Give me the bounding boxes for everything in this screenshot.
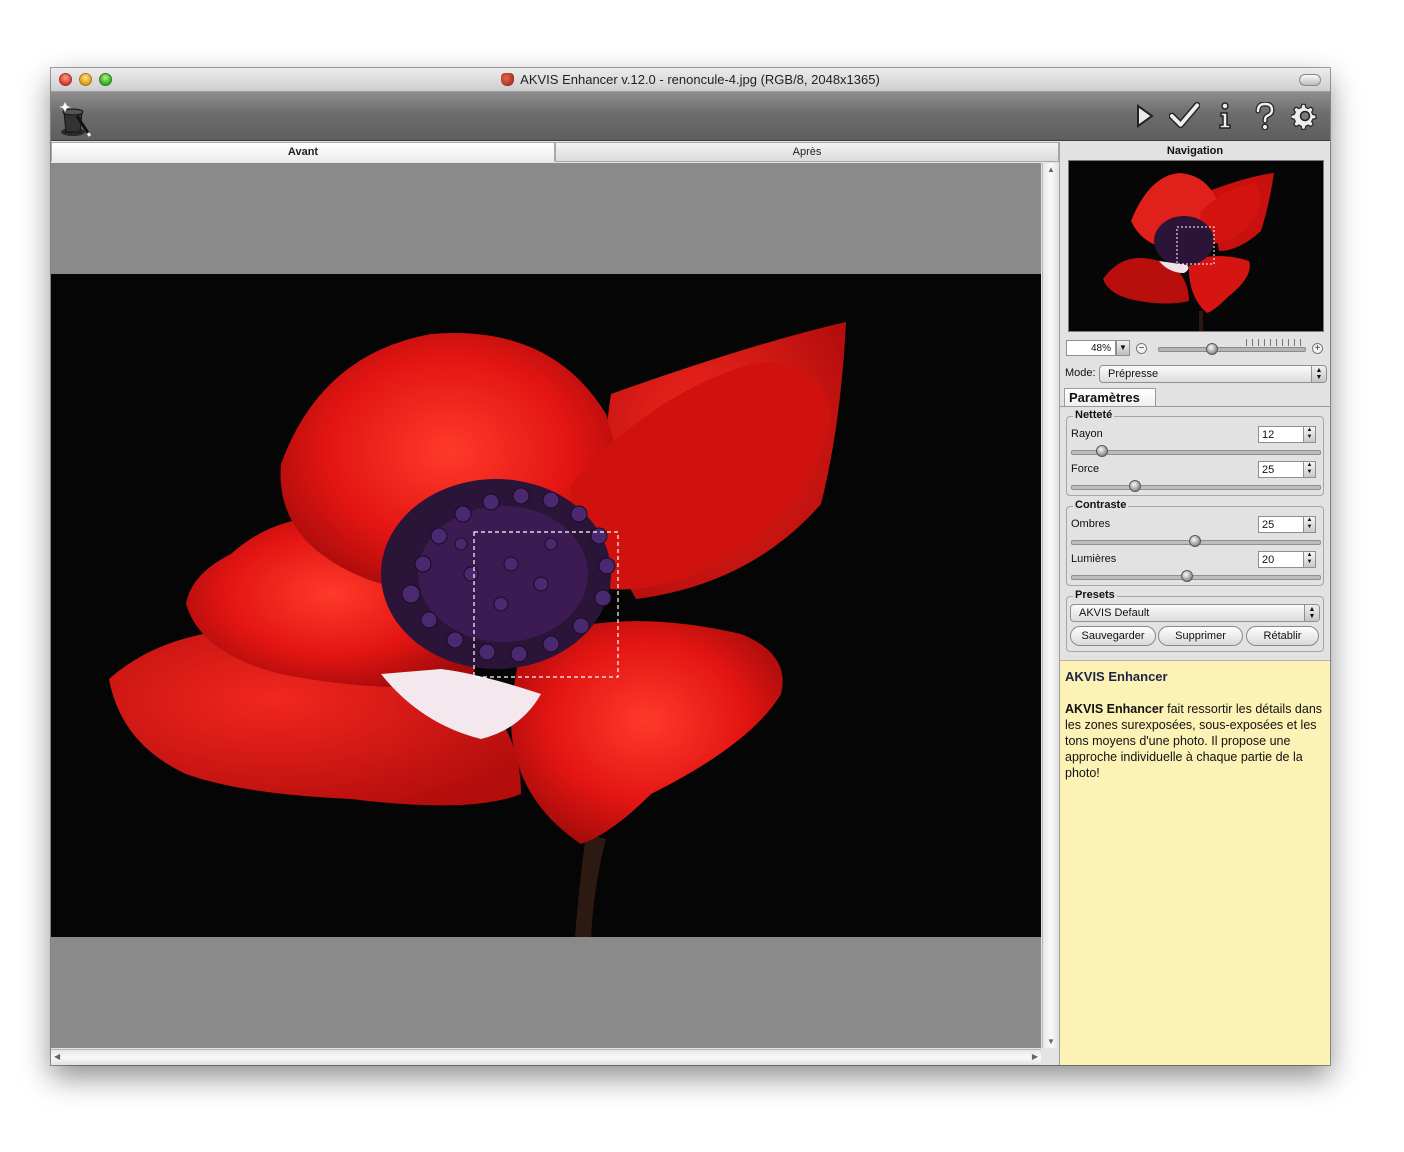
radius-stepper-icon[interactable]: ▲ ▼ <box>1303 426 1316 443</box>
delete-preset-button[interactable]: Supprimer <box>1158 626 1243 646</box>
mode-select[interactable]: Prépresse ▲ ▼ <box>1099 365 1327 383</box>
zoom-in-button[interactable]: + <box>1312 343 1323 354</box>
reset-preset-button[interactable]: Rétablir <box>1246 626 1319 646</box>
tab-before[interactable]: Avant <box>51 142 555 162</box>
mode-row: Mode: Prépresse ▲ ▼ <box>1065 364 1327 384</box>
strength-slider-thumb[interactable] <box>1129 480 1141 492</box>
zoom-slider-ticks <box>1246 339 1306 346</box>
shadows-input[interactable]: 25 ▲ ▼ <box>1258 516 1316 533</box>
shadows-slider-thumb[interactable] <box>1189 535 1201 547</box>
preset-select-value: AKVIS Default <box>1079 607 1150 619</box>
presets-title: Presets <box>1073 589 1117 601</box>
settings-panel: Navigation 48% ▼ − + Mode: Prépresse ▲ ▼… <box>1059 142 1330 1065</box>
toolbar <box>51 92 1330 141</box>
highlights-slider[interactable] <box>1071 575 1321 580</box>
presets-group: Presets AKVIS Default ▲ ▼ Sauvegarder Sup… <box>1066 589 1324 652</box>
highlights-slider-thumb[interactable] <box>1181 570 1193 582</box>
help-title: AKVIS Enhancer <box>1065 669 1168 684</box>
tab-parameters[interactable]: Paramètres <box>1064 388 1156 406</box>
navigation-thumbnail-image <box>1069 161 1323 331</box>
scroll-down-arrow-icon[interactable]: ▼ <box>1047 1037 1055 1046</box>
help-question-icon <box>1255 102 1275 130</box>
highlights-value: 20 <box>1262 554 1275 566</box>
sharpness-group: Netteté Rayon 12 ▲ ▼ Force 25 ▲ ▼ <box>1066 409 1324 496</box>
wizard-hat-icon[interactable] <box>57 96 93 138</box>
divider <box>1060 406 1330 407</box>
highlights-stepper-icon[interactable]: ▲ ▼ <box>1303 551 1316 568</box>
photo-preview <box>51 274 1041 937</box>
app-window: AKVIS Enhancer v.12.0 - renoncule-4.jpg … <box>51 68 1330 1065</box>
contrast-title: Contraste <box>1073 499 1129 511</box>
help-body: AKVIS Enhancer fait ressortir les détail… <box>1065 701 1326 781</box>
sharpness-title: Netteté <box>1073 409 1115 421</box>
radius-label: Rayon <box>1071 428 1103 440</box>
radius-slider-thumb[interactable] <box>1096 445 1108 457</box>
zoom-dropdown-icon[interactable]: ▼ <box>1116 340 1130 356</box>
contrast-group: Contraste Ombres 25 ▲ ▼ Lumières 20 ▲ ▼ <box>1066 499 1324 586</box>
navigation-thumbnail[interactable] <box>1068 160 1324 332</box>
run-icon <box>1136 104 1154 128</box>
window-title-wrap: AKVIS Enhancer v.12.0 - renoncule-4.jpg … <box>51 72 1330 87</box>
shadows-value: 25 <box>1262 519 1275 531</box>
title-bar: AKVIS Enhancer v.12.0 - renoncule-4.jpg … <box>51 68 1330 92</box>
mode-label: Mode: <box>1065 367 1096 379</box>
run-button[interactable] <box>1129 100 1160 132</box>
select-arrows-icon: ▲ ▼ <box>1311 366 1326 382</box>
toolbar-toggle-button[interactable] <box>1299 74 1321 86</box>
highlights-input[interactable]: 20 ▲ ▼ <box>1258 551 1316 568</box>
strength-value: 25 <box>1262 464 1275 476</box>
help-button[interactable] <box>1249 100 1280 132</box>
image-canvas[interactable] <box>51 163 1041 1048</box>
shadows-stepper-icon[interactable]: ▲ ▼ <box>1303 516 1316 533</box>
apply-button[interactable] <box>1169 100 1200 132</box>
toolbar-buttons <box>1129 100 1320 132</box>
radius-slider[interactable] <box>1071 450 1321 455</box>
strength-input[interactable]: 25 ▲ ▼ <box>1258 461 1316 478</box>
vertical-scrollbar[interactable]: ▲ ▼ <box>1042 163 1059 1048</box>
info-button[interactable] <box>1209 100 1240 132</box>
mode-select-value: Prépresse <box>1108 368 1159 380</box>
apply-check-icon <box>1169 102 1200 129</box>
zoom-out-button[interactable]: − <box>1136 343 1147 354</box>
navigation-title: Navigation <box>1166 145 1224 157</box>
preferences-gear-icon <box>1290 103 1317 130</box>
strength-stepper-icon[interactable]: ▲ ▼ <box>1303 461 1316 478</box>
preset-arrows-icon: ▲ ▼ <box>1304 605 1319 621</box>
shadows-label: Ombres <box>1071 518 1111 530</box>
scroll-up-arrow-icon[interactable]: ▲ <box>1047 165 1055 174</box>
zoom-slider-thumb[interactable] <box>1206 343 1218 355</box>
view-tabs: Avant Après <box>51 142 1059 162</box>
window-title: AKVIS Enhancer v.12.0 - renoncule-4.jpg … <box>520 72 880 87</box>
scroll-left-arrow-icon[interactable]: ◀ <box>54 1052 60 1061</box>
red-anemone-flower-image <box>51 274 1041 937</box>
highlights-label: Lumières <box>1071 553 1117 565</box>
radius-value: 12 <box>1262 429 1275 441</box>
settings-button[interactable] <box>1289 100 1320 132</box>
preset-select[interactable]: AKVIS Default ▲ ▼ <box>1070 604 1320 622</box>
zoom-controls: 48% ▼ − + <box>1066 339 1328 357</box>
scroll-right-arrow-icon[interactable]: ▶ <box>1032 1052 1038 1061</box>
zoom-field[interactable]: 48% <box>1066 340 1116 356</box>
strength-label: Force <box>1071 463 1100 475</box>
help-product-name: AKVIS Enhancer <box>1065 702 1164 716</box>
strength-slider[interactable] <box>1071 485 1321 490</box>
save-preset-button[interactable]: Sauvegarder <box>1070 626 1156 646</box>
horizontal-scrollbar[interactable]: ◀ ▶ <box>51 1049 1041 1065</box>
zoom-slider[interactable] <box>1158 347 1306 352</box>
radius-input[interactable]: 12 ▲ ▼ <box>1258 426 1316 443</box>
info-icon <box>1218 102 1231 129</box>
help-box: AKVIS Enhancer AKVIS Enhancer fait resso… <box>1060 660 1330 1065</box>
app-icon <box>501 73 515 86</box>
tab-after[interactable]: Après <box>555 142 1059 162</box>
